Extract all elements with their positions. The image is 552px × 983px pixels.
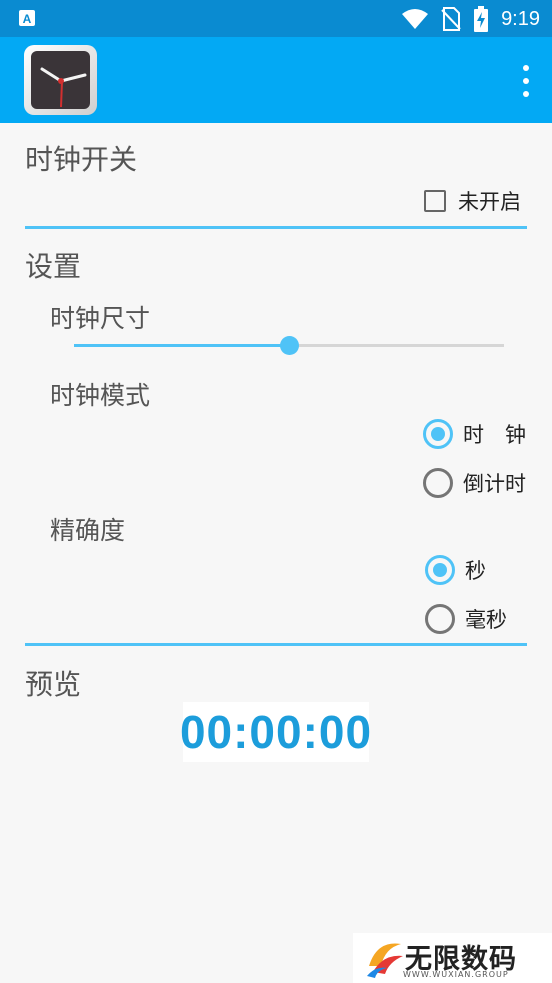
radio-button[interactable] — [423, 419, 453, 449]
radio-label: 秒 — [465, 559, 486, 583]
radio-button[interactable] — [425, 604, 455, 634]
clock-switch-label: 未开启 — [458, 190, 521, 214]
status-bar: A 9:19 — [0, 0, 552, 37]
clock-switch-title: 时钟开关 — [25, 143, 138, 176]
clock-switch-checkbox[interactable] — [424, 190, 446, 212]
divider-1 — [25, 226, 527, 229]
radio-label: 时 钟 — [463, 423, 526, 447]
clock-size-slider[interactable] — [74, 331, 504, 361]
radio-clock-mode-clock[interactable]: 时 钟 — [423, 419, 526, 449]
divider-2 — [25, 643, 527, 646]
watermark-sub: WWW.WUXIAN.GROUP — [403, 970, 509, 979]
status-time: 9:19 — [501, 7, 540, 30]
slider-fill — [74, 344, 289, 347]
preview-title: 预览 — [25, 668, 82, 701]
radio-label: 毫秒 — [465, 608, 507, 632]
svg-text:A: A — [23, 12, 32, 26]
watermark: 无限数码 WWW.WUXIAN.GROUP — [353, 933, 552, 983]
wifi-icon — [402, 9, 429, 29]
radio-precision-second[interactable]: 秒 — [425, 555, 486, 585]
more-vert-icon[interactable] — [520, 65, 532, 97]
clock-mode-label: 时钟模式 — [50, 381, 151, 410]
settings-title: 设置 — [25, 250, 82, 283]
radio-button[interactable] — [425, 555, 455, 585]
watermark-logo-icon — [367, 943, 403, 978]
clock-app-icon[interactable] — [23, 44, 98, 116]
no-sim-icon — [441, 7, 461, 31]
slider-thumb[interactable] — [280, 336, 299, 355]
status-bar-right: 9:19 — [401, 5, 540, 33]
radio-precision-millisecond[interactable]: 毫秒 — [425, 604, 507, 634]
app-bar — [0, 37, 552, 123]
precision-label: 精确度 — [50, 516, 126, 545]
radio-clock-mode-countdown[interactable]: 倒计时 — [423, 468, 526, 498]
app-notification-icon: A — [19, 10, 35, 26]
radio-button[interactable] — [423, 468, 453, 498]
clock-switch-checkbox-row[interactable]: 未开启 — [424, 186, 521, 216]
preview-time-text: 00:00:00 — [179, 706, 373, 758]
clock-preview: 00:00:00 — [179, 702, 373, 762]
battery-charging-icon — [474, 6, 489, 32]
radio-label: 倒计时 — [463, 472, 526, 496]
clock-size-label: 时钟尺寸 — [50, 304, 151, 333]
